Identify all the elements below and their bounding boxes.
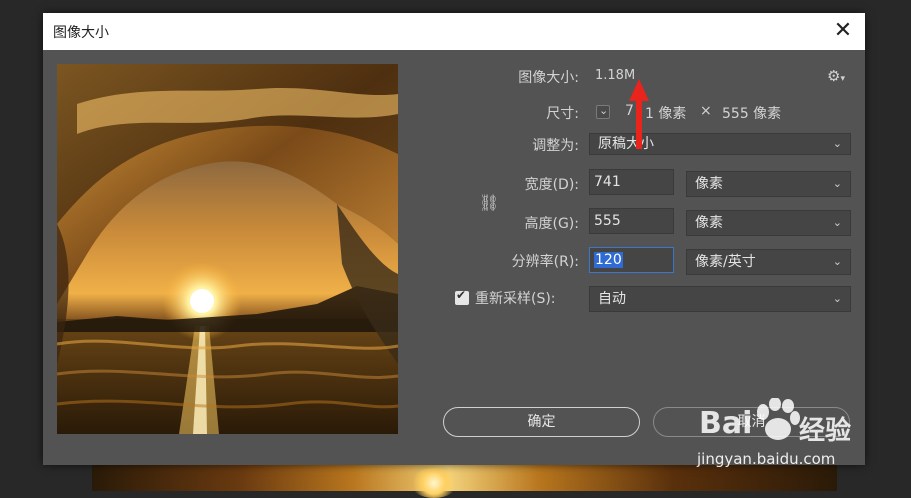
background-sun — [410, 468, 458, 498]
fit-to-label: 调整为: — [532, 138, 579, 154]
dialog-title: 图像大小 — [53, 25, 109, 41]
dimensions-dropdown[interactable]: ⌄ — [596, 104, 610, 119]
resolution-value: 120 — [594, 252, 623, 268]
resolution-unit-select[interactable]: 像素/英寸 ⌄ — [686, 249, 851, 275]
baidu-watermark: Bai 经验 jingyan.baidu.com — [695, 398, 905, 468]
check-icon: ✔ — [456, 288, 467, 302]
chevron-down-icon: ⌄ — [832, 216, 842, 229]
chevron-down-icon: ⌄ — [832, 177, 842, 190]
title-bar: 图像大小 ✕ — [43, 13, 865, 50]
chevron-down-icon: ⌄ — [832, 255, 842, 268]
dimensions-height: 555 像素 — [722, 106, 782, 122]
dimensions-times: × — [700, 103, 712, 119]
watermark-brand-tail: 经验 — [799, 416, 852, 446]
close-icon[interactable]: ✕ — [829, 17, 857, 45]
height-value: 555 — [594, 213, 621, 229]
paw-logo-icon — [757, 398, 800, 440]
height-label: 高度(G): — [524, 216, 580, 232]
ok-button[interactable]: 确定 — [443, 407, 640, 437]
dimensions-label: 尺寸: — [546, 106, 579, 122]
resolution-label: 分辨率(R): — [511, 254, 579, 270]
resample-label: 重新采样(S): — [475, 291, 556, 307]
chevron-down-icon: ⌄ — [832, 292, 842, 305]
chevron-down-icon: ⌄ — [832, 137, 842, 150]
width-unit: 像素 — [695, 176, 723, 192]
width-unit-select[interactable]: 像素 ⌄ — [686, 171, 851, 197]
height-unit-select[interactable]: 像素 ⌄ — [686, 210, 851, 236]
resample-value: 自动 — [598, 291, 626, 307]
annotation-arrow-icon — [629, 79, 649, 149]
watermark-brand: Bai — [699, 406, 753, 441]
preview-photo — [57, 64, 398, 434]
image-size-label: 图像大小: — [518, 70, 579, 86]
width-value: 741 — [594, 174, 621, 190]
watermark-url: jingyan.baidu.com — [697, 450, 836, 468]
height-unit: 像素 — [695, 215, 723, 231]
image-preview[interactable] — [57, 64, 398, 434]
width-label: 宽度(D): — [524, 177, 579, 193]
ok-button-label: 确定 — [527, 414, 556, 430]
resolution-unit: 像素/英寸 — [695, 254, 756, 270]
width-input[interactable]: 741 — [589, 169, 674, 195]
link-chain-icon[interactable]: ⛓ — [479, 193, 499, 212]
resample-checkbox[interactable]: ✔ — [455, 288, 469, 305]
height-input[interactable]: 555 — [589, 208, 674, 234]
resample-select[interactable]: 自动 ⌄ — [589, 286, 851, 312]
chevron-down-icon: ⌄ — [599, 104, 609, 117]
dimensions-width-tail: 1 像素 — [645, 106, 687, 122]
resolution-input[interactable]: 120 — [589, 247, 674, 273]
gear-icon[interactable]: ⚙▾ — [827, 67, 845, 85]
